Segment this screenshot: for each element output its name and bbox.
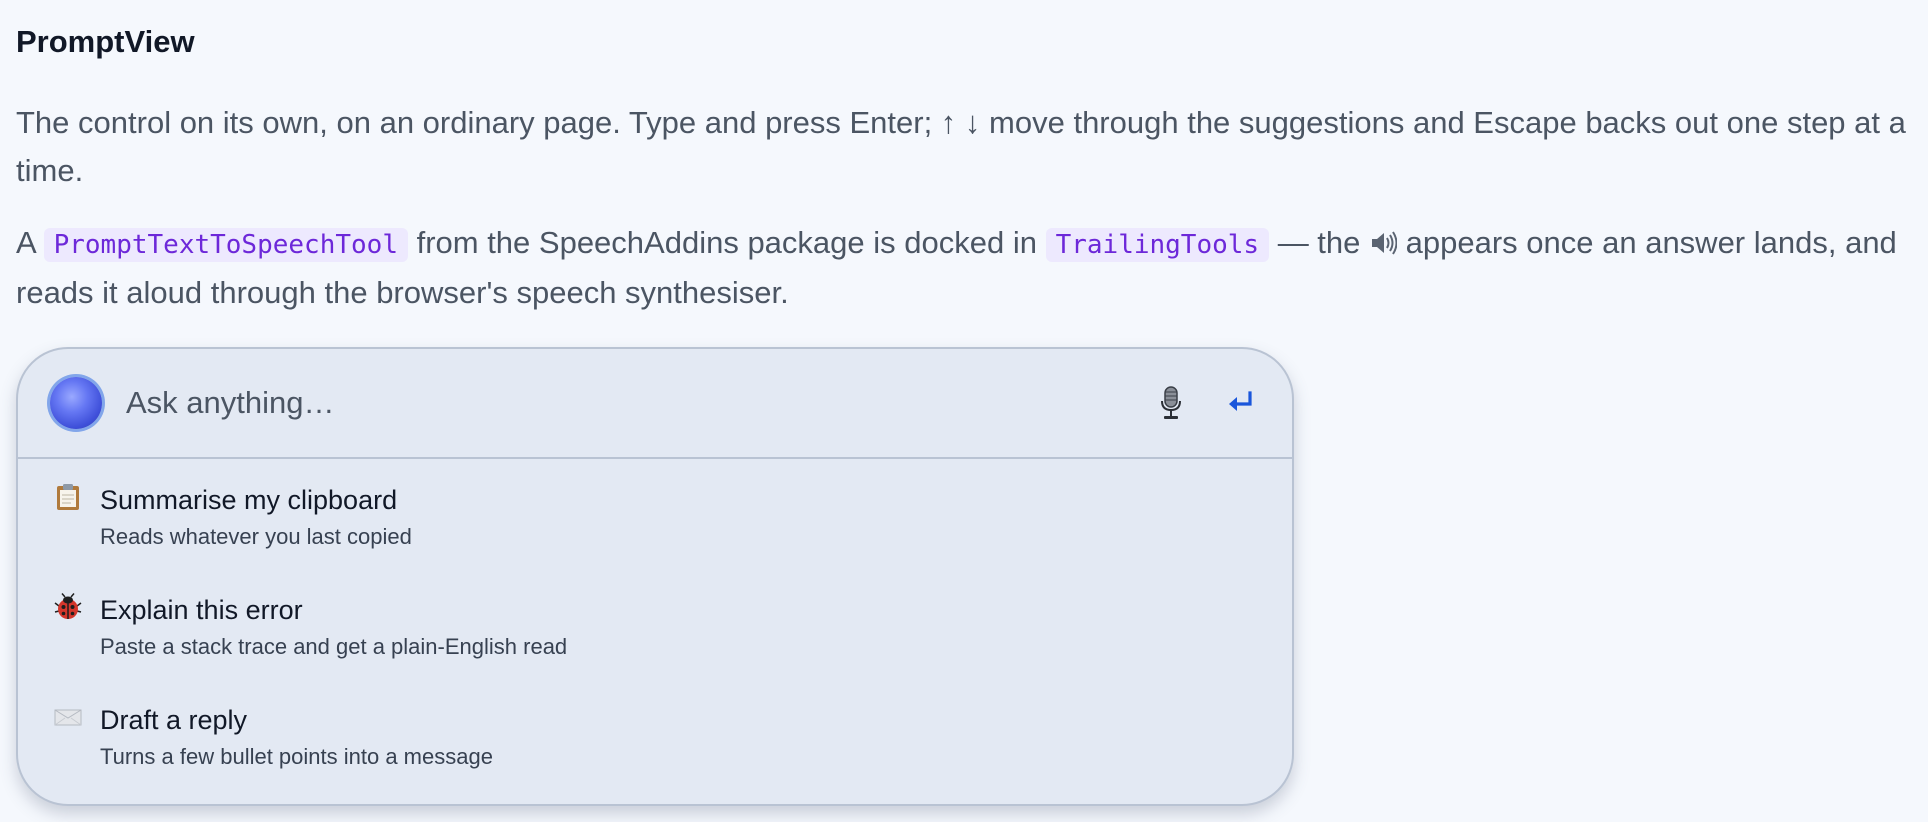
tool-name-code: PromptTextToSpeechTool bbox=[43, 228, 408, 262]
ladybug-icon bbox=[54, 593, 82, 619]
enter-return-icon bbox=[1229, 391, 1252, 411]
suggestion-title: Explain this error bbox=[100, 595, 303, 625]
prompt-view: Summarise my clipboard Reads whatever yo… bbox=[16, 347, 1294, 806]
prompt-header bbox=[18, 349, 1292, 459]
tool-description-paragraph: A PromptTextToSpeechTool from the Speech… bbox=[16, 219, 1916, 317]
clipboard-icon bbox=[57, 484, 79, 510]
submit-button[interactable] bbox=[1220, 383, 1260, 423]
page-title: PromptView bbox=[16, 24, 195, 59]
para-text: A bbox=[16, 225, 44, 260]
para-text: — the bbox=[1269, 225, 1370, 260]
envelope-icon bbox=[54, 709, 82, 726]
suggestion-item[interactable]: Draft a reply Turns a few bullet points … bbox=[18, 703, 1292, 797]
suggestion-description: Reads whatever you last copied bbox=[100, 524, 412, 549]
intro-paragraph: The control on its own, on an ordinary p… bbox=[16, 105, 1906, 188]
suggestion-item[interactable]: Explain this error Paste a stack trace a… bbox=[18, 593, 1292, 687]
page-content: PromptView The control on its own, on an… bbox=[16, 0, 1916, 317]
tools-slot-code: TrailingTools bbox=[1045, 228, 1270, 262]
para-text: from the SpeechAddins package is docked … bbox=[407, 225, 1046, 260]
assistant-orb-icon bbox=[50, 377, 102, 429]
suggestion-item[interactable]: Summarise my clipboard Reads whatever yo… bbox=[18, 483, 1292, 577]
suggestion-title: Summarise my clipboard bbox=[100, 485, 398, 515]
suggestion-description: Turns a few bullet points into a message bbox=[100, 744, 493, 769]
microphone-icon bbox=[1161, 386, 1181, 419]
prompt-input[interactable] bbox=[126, 377, 1026, 429]
suggestion-title: Draft a reply bbox=[100, 705, 248, 735]
microphone-button[interactable] bbox=[1153, 383, 1189, 423]
speaker-icon bbox=[1372, 231, 1398, 255]
suggestion-description: Paste a stack trace and get a plain-Engl… bbox=[100, 634, 568, 659]
